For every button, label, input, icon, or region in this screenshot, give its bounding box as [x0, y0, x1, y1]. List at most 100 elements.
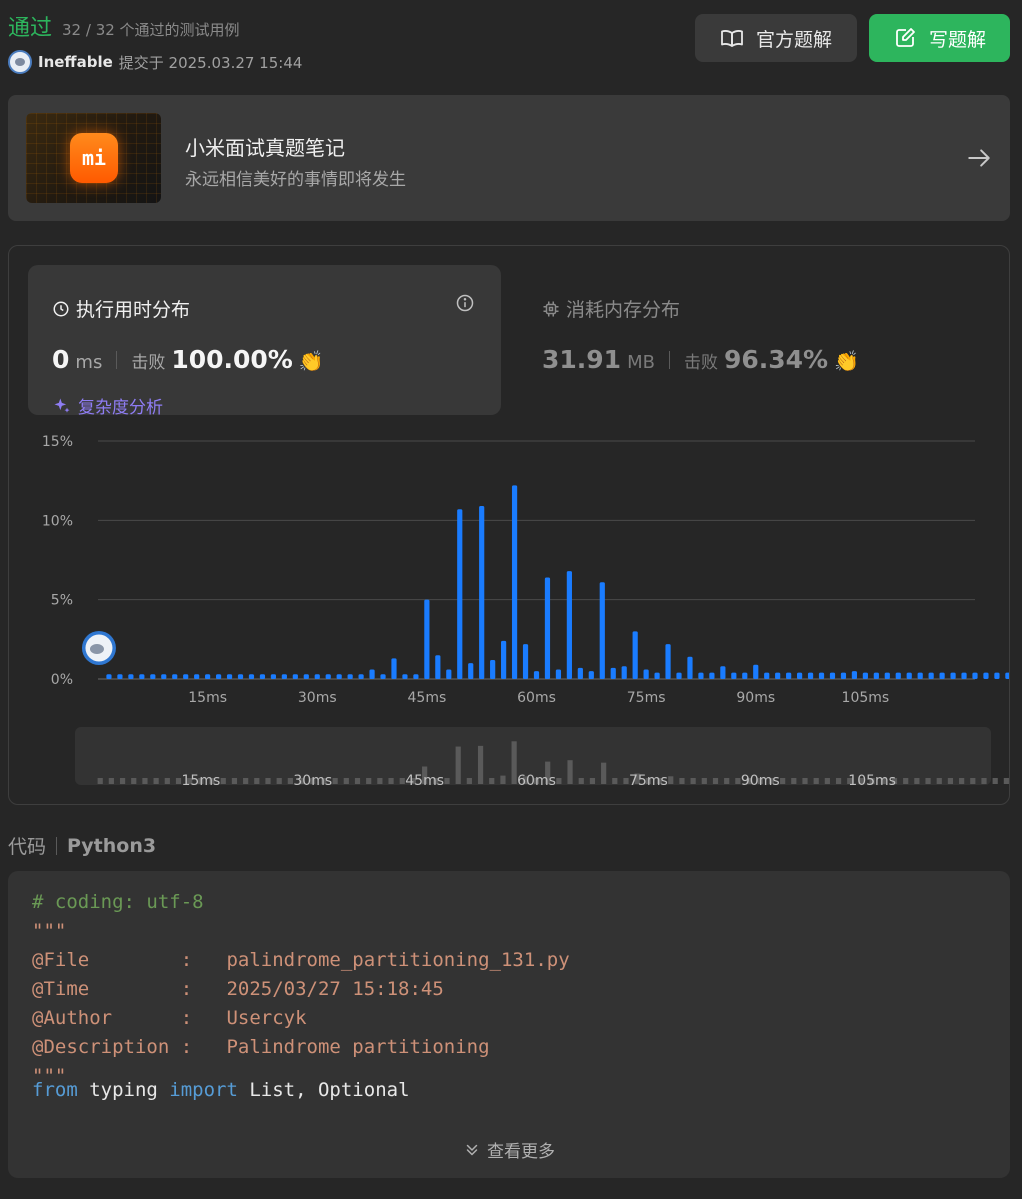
minimap-bar	[332, 778, 338, 784]
minimap-bar	[220, 778, 226, 784]
minimap-bar	[1003, 778, 1009, 784]
minimap-bar	[556, 778, 562, 784]
minimap-bar	[97, 778, 103, 784]
minimap-bar	[466, 778, 472, 784]
chart-bar	[172, 674, 178, 679]
show-more-button[interactable]: 查看更多	[8, 1137, 1010, 1162]
chart-bar	[479, 506, 485, 679]
minimap-x-label: 75ms	[629, 773, 668, 789]
chart-bar	[632, 631, 638, 679]
chart-bar	[687, 656, 693, 679]
avatar[interactable]	[8, 50, 32, 74]
minimap-bar	[276, 778, 282, 784]
chart-bar	[643, 669, 649, 679]
minimap-bar	[578, 778, 584, 784]
chart-bar	[150, 674, 156, 679]
minimap-x-label: 30ms	[293, 773, 332, 789]
code-block[interactable]: """ @Description : Palindrome partitionin…	[8, 871, 1010, 1178]
x-tick-label: 75ms	[627, 690, 666, 706]
chart-bar	[851, 671, 858, 679]
chart-bar	[292, 674, 298, 679]
chart-bar	[753, 664, 759, 679]
minimap-bar	[612, 778, 618, 784]
chart-bar	[829, 672, 836, 679]
chart-bar	[347, 674, 353, 679]
banner-image: mi	[26, 113, 161, 203]
chart-bar	[205, 674, 211, 679]
chart-bar	[994, 672, 1000, 679]
minimap-x-label: 60ms	[517, 773, 556, 789]
minimap-bar	[981, 778, 987, 784]
chart-bar	[303, 674, 309, 679]
chart-bar	[533, 671, 540, 679]
minimap-x-label: 90ms	[741, 773, 780, 789]
chart-bar	[698, 672, 704, 679]
minimap-bar	[343, 778, 349, 784]
code-line: @Description : Palindrome partitioning	[32, 1036, 490, 1058]
chart-bar	[139, 674, 145, 679]
minimap-bar	[914, 778, 920, 784]
code-line: @Author : Usercyk	[32, 1007, 307, 1029]
chart-bar	[358, 674, 364, 679]
x-tick-label: 30ms	[298, 690, 337, 706]
user-marker-avatar	[81, 631, 116, 665]
chart-bar	[226, 674, 233, 679]
minimap: 15ms 30ms 45ms 60ms 75ms 90ms 105ms	[75, 727, 1009, 789]
arrow-right-icon[interactable]	[966, 145, 992, 171]
chart-bar	[544, 577, 551, 679]
chart-bar	[884, 672, 890, 679]
minimap-bar	[131, 778, 137, 784]
chart-bar	[972, 672, 978, 679]
chart-bar	[917, 672, 923, 679]
chart-bar	[654, 672, 660, 679]
username-link[interactable]: Ineffable	[38, 53, 113, 71]
chart-bar	[983, 672, 989, 679]
code-line: @Time : 2025/03/27 15:18:45	[32, 978, 444, 1000]
chart-bar	[665, 644, 671, 679]
official-solution-button[interactable]: 官方题解	[695, 14, 857, 62]
minimap-bar	[780, 778, 786, 784]
status-label: 通过	[8, 16, 53, 41]
promo-banner[interactable]: mi 小米面试真题笔记 永远相信美好的事情即将发生	[8, 95, 1010, 221]
chart-bar	[490, 659, 496, 679]
minimap-bar	[724, 778, 730, 784]
minimap-bar	[735, 778, 741, 784]
minimap-bar	[601, 762, 607, 784]
chart-bar	[522, 644, 529, 679]
chart-bar	[391, 658, 397, 679]
chart-bar	[720, 666, 726, 679]
minimap-bar	[500, 775, 506, 784]
code-label: 代码	[8, 836, 47, 858]
minimap-bar	[970, 778, 976, 784]
chart-bar	[183, 674, 189, 679]
chart-bar	[599, 582, 605, 679]
chart-bar	[895, 672, 901, 679]
chart-bar	[555, 669, 562, 679]
minimap-x-label: 15ms	[182, 773, 221, 789]
performance-panel: 执行用时分布 0 ms 击败 100.00% 👏 复杂度分析 消耗内存分布 31…	[8, 245, 1010, 805]
minimap-bar	[231, 778, 238, 784]
x-tick-label: 45ms	[408, 690, 447, 706]
tests-passed: 32 / 32 个通过的测试用例	[62, 21, 240, 39]
minimap-bar	[175, 778, 182, 784]
code-line: from typing import List, Optional	[32, 1079, 410, 1101]
minimap-bar	[947, 778, 954, 784]
minimap-bar	[802, 778, 808, 784]
chart-bar	[873, 672, 879, 679]
runtime-distribution-chart[interactable]: 0%5%10%15%15ms 30ms 45ms 60ms 75ms 90ms 105ms1…	[9, 246, 1009, 804]
chart-bar	[577, 667, 583, 679]
minimap-bar	[835, 778, 842, 784]
code-line: # coding: utf-8	[32, 891, 204, 913]
minimap-bar	[243, 778, 249, 784]
chart-bar	[840, 672, 847, 679]
minimap-bar	[824, 778, 830, 784]
minimap-bar	[679, 778, 685, 784]
chart-bar	[336, 674, 342, 679]
write-solution-button[interactable]: 写题解	[869, 14, 1010, 62]
x-tick-label: 15ms	[188, 690, 227, 706]
y-tick-label: 15%	[42, 434, 73, 450]
chart-bar	[325, 674, 331, 679]
minimap-bar	[813, 778, 819, 784]
minimap-bar	[366, 778, 372, 784]
chart-bar	[501, 640, 507, 679]
